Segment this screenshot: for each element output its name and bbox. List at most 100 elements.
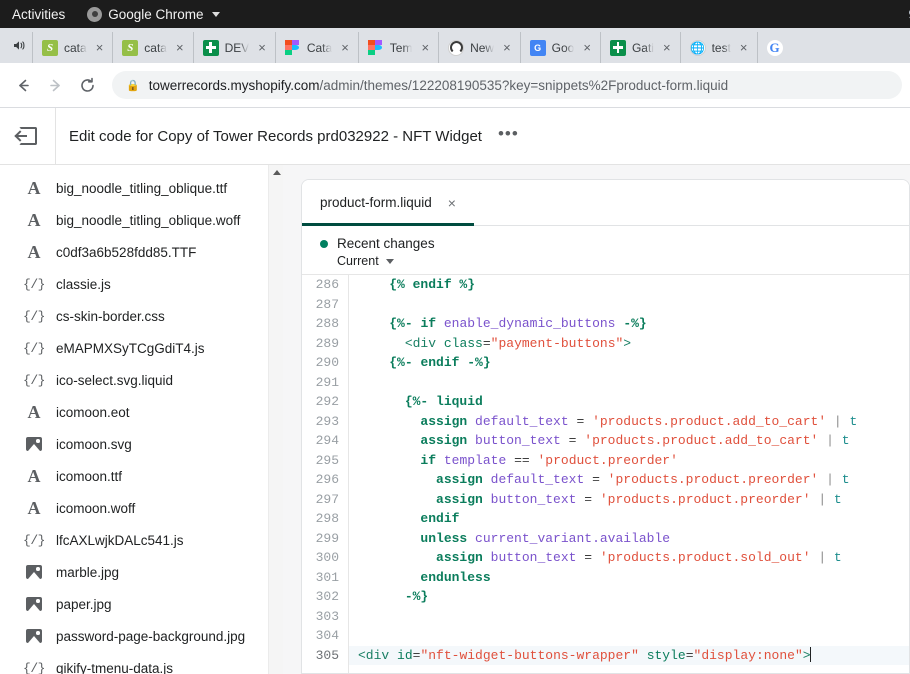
file-list-item[interactable]: Ac0df3a6b528fdd85.TTF: [0, 236, 283, 268]
browser-tab-title: Goo: [552, 41, 575, 55]
back-button[interactable]: [8, 70, 38, 100]
code-token: if: [420, 453, 436, 468]
code-line[interactable]: assign button_text = 'products.product.p…: [358, 490, 909, 510]
file-name: paper.jpg: [56, 597, 112, 612]
browser-tab[interactable]: New×: [438, 32, 520, 63]
code-token: 'products.product.add_to_cart': [592, 414, 826, 429]
text-cursor: [810, 647, 811, 662]
code-line[interactable]: assign default_text = 'products.product.…: [358, 412, 909, 432]
file-list-item[interactable]: {/}lfcAXLwjkDALc541.js: [0, 524, 283, 556]
browser-tab[interactable]: 🌐test×: [680, 32, 757, 63]
close-icon[interactable]: ×: [338, 40, 352, 55]
file-list-item[interactable]: icomoon.svg: [0, 428, 283, 460]
code-token: [467, 531, 475, 546]
lock-icon: 🔒: [126, 79, 140, 92]
line-number: 296: [302, 470, 339, 490]
file-list-item[interactable]: Aicomoon.woff: [0, 492, 283, 524]
code-line[interactable]: unless current_variant.available: [358, 529, 909, 549]
browser-tab[interactable]: Cata×: [275, 32, 358, 63]
reload-button[interactable]: [72, 70, 102, 100]
code-file-icon: {/}: [24, 309, 44, 324]
scroll-up-arrow-icon[interactable]: [269, 165, 283, 179]
close-icon[interactable]: ×: [448, 196, 456, 210]
line-number: 291: [302, 373, 339, 393]
code-line[interactable]: <div class="payment-buttons">: [358, 334, 909, 354]
browser-tab[interactable]: GGoo×: [520, 32, 600, 63]
chrome-icon: [87, 7, 102, 22]
version-selector[interactable]: Current: [337, 254, 909, 268]
browser-tab[interactable]: Scata×: [32, 32, 112, 63]
sidebar-scrollbar[interactable]: [268, 165, 283, 674]
code-token: class: [444, 336, 483, 351]
code-line[interactable]: endif: [358, 509, 909, 529]
image-file-icon: [24, 565, 44, 579]
file-list-item[interactable]: {/}qikify-tmenu-data.js: [0, 652, 283, 674]
code-line[interactable]: endunless: [358, 568, 909, 588]
close-icon[interactable]: ×: [580, 40, 594, 55]
file-list-item[interactable]: {/}eMAPMXSyTCgGdiT4.js: [0, 332, 283, 364]
activities-button[interactable]: Activities: [0, 7, 79, 22]
close-icon[interactable]: ×: [255, 40, 269, 55]
browser-tab-edge[interactable]: G: [757, 32, 785, 63]
shopify-icon: S: [42, 40, 58, 56]
address-bar[interactable]: 🔒 towerrecords.myshopify.com/admin/theme…: [112, 71, 902, 99]
browser-tab[interactable]: Tem×: [358, 32, 438, 63]
code-line[interactable]: <div id="nft-widget-buttons-wrapper" sty…: [349, 646, 909, 666]
line-number: 289: [302, 334, 339, 354]
code-line[interactable]: assign button_text = 'products.product.a…: [358, 431, 909, 451]
app-menu-google-chrome[interactable]: Google Chrome: [79, 7, 227, 22]
close-icon[interactable]: ×: [500, 40, 514, 55]
close-icon[interactable]: ×: [173, 40, 187, 55]
code-token: template: [444, 453, 506, 468]
more-actions-button[interactable]: •••: [498, 125, 519, 147]
code-line[interactable]: [358, 607, 909, 627]
code-file-icon: {/}: [24, 661, 44, 674]
code-line[interactable]: [358, 626, 909, 646]
file-list-item[interactable]: Abig_noodle_titling_oblique.woff: [0, 204, 283, 236]
code-token: >: [623, 336, 631, 351]
file-list-item[interactable]: Aicomoon.ttf: [0, 460, 283, 492]
url-host: towerrecords.myshopify.com: [149, 78, 320, 93]
code-line[interactable]: {%- if enable_dynamic_buttons -%}: [358, 314, 909, 334]
close-icon[interactable]: ×: [418, 40, 432, 55]
file-name: password-page-background.jpg: [56, 629, 245, 644]
code-token: -%}: [405, 589, 428, 604]
file-list-item[interactable]: {/}cs-skin-border.css: [0, 300, 283, 332]
exit-code-editor-icon[interactable]: [0, 108, 56, 164]
forward-button[interactable]: [40, 70, 70, 100]
file-list-item[interactable]: marble.jpg: [0, 556, 283, 588]
code-line[interactable]: [358, 295, 909, 315]
browser-tab[interactable]: DEV×: [193, 32, 275, 63]
close-icon[interactable]: ×: [660, 40, 674, 55]
line-number: 303: [302, 607, 339, 627]
browser-tab[interactable]: Gati×: [600, 32, 680, 63]
speaker-mute-icon[interactable]: [4, 28, 32, 63]
code-line[interactable]: if template == 'product.preorder': [358, 451, 909, 471]
close-icon[interactable]: ×: [93, 40, 107, 55]
code-area[interactable]: 2862872882892902912922932942952962972982…: [302, 275, 909, 673]
code-token: [358, 414, 420, 429]
file-list-item[interactable]: {/}ico-select.svg.liquid: [0, 364, 283, 396]
browser-tab[interactable]: Scata×: [112, 32, 192, 63]
code-line[interactable]: {%- liquid: [358, 392, 909, 412]
file-list-item[interactable]: Abig_noodle_titling_oblique.ttf: [0, 172, 283, 204]
code-line[interactable]: assign default_text = 'products.product.…: [358, 470, 909, 490]
code-line[interactable]: -%}: [358, 587, 909, 607]
file-list-item[interactable]: Aicomoon.eot: [0, 396, 283, 428]
code-line[interactable]: {% endif %}: [358, 275, 909, 295]
code-content[interactable]: {% endif %} {%- if enable_dynamic_button…: [349, 275, 909, 673]
line-number: 301: [302, 568, 339, 588]
file-name: icomoon.svg: [56, 437, 132, 452]
code-token: [358, 511, 420, 526]
file-list-item[interactable]: {/}classie.js: [0, 268, 283, 300]
code-token: 'product.preorder': [537, 453, 677, 468]
editor-tab-product-form-liquid[interactable]: product-form.liquid ×: [302, 180, 474, 225]
code-line[interactable]: assign button_text = 'products.product.s…: [358, 548, 909, 568]
code-line[interactable]: [358, 373, 909, 393]
file-list-item[interactable]: paper.jpg: [0, 588, 283, 620]
code-token: button_text: [475, 433, 561, 448]
close-icon[interactable]: ×: [737, 40, 751, 55]
file-list-item[interactable]: password-page-background.jpg: [0, 620, 283, 652]
code-file-icon: {/}: [24, 373, 44, 388]
code-line[interactable]: {%- endif -%}: [358, 353, 909, 373]
